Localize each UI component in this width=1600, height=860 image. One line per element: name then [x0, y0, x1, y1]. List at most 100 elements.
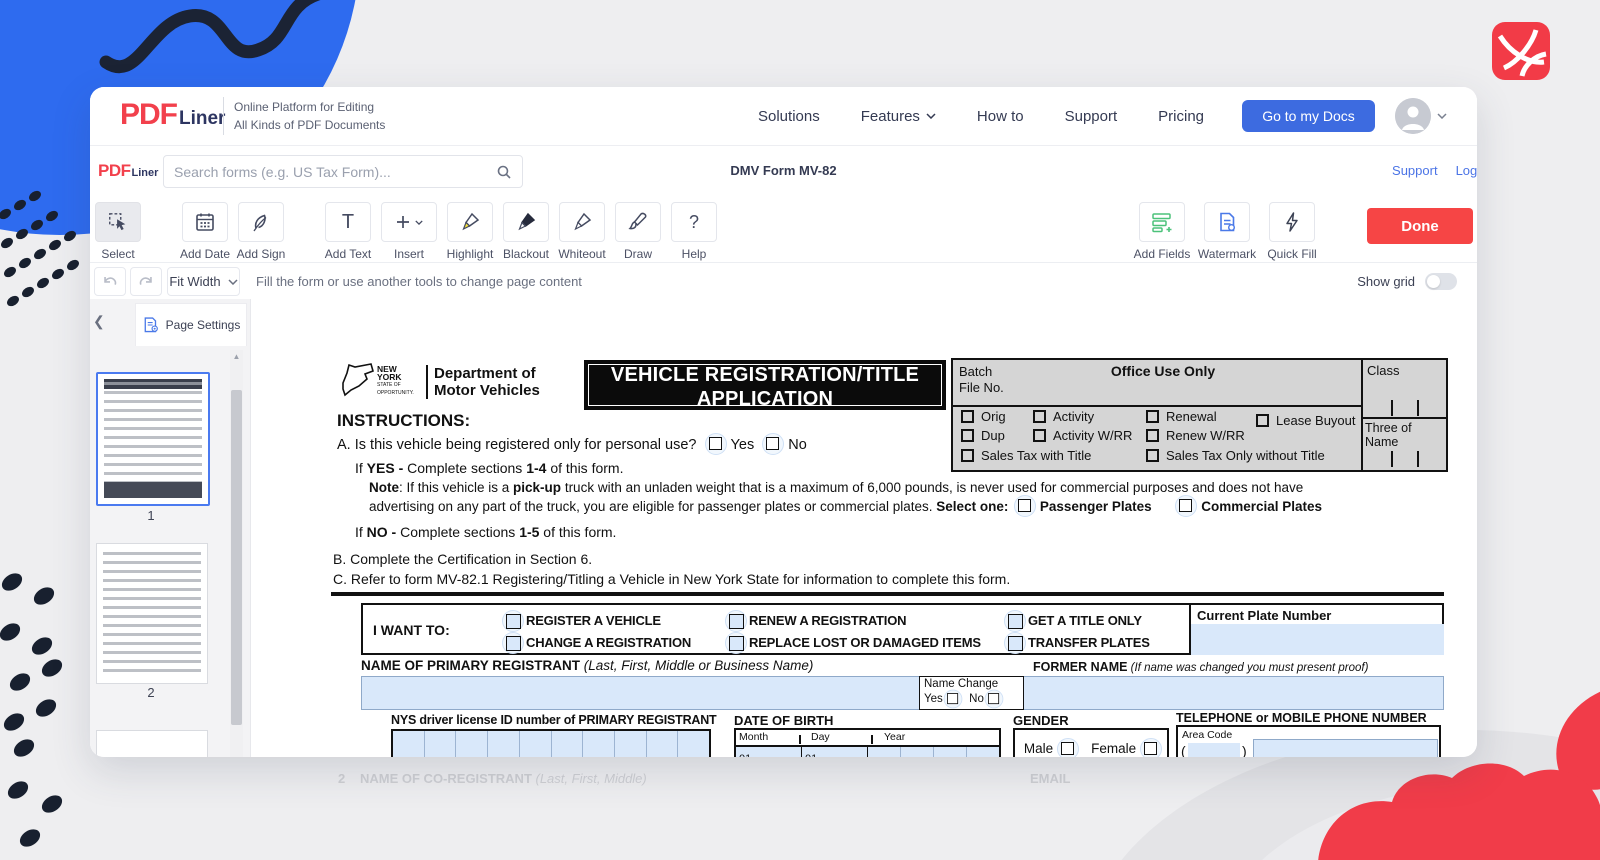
- passenger-plates-checkbox[interactable]: [1018, 499, 1032, 513]
- chevron-down-icon: [1437, 113, 1447, 119]
- nav-pricing[interactable]: Pricing: [1158, 108, 1204, 125]
- tool-draw[interactable]: Draw: [616, 202, 660, 261]
- gender-label: GENDER: [1013, 713, 1069, 728]
- pdfliner-mini-logo[interactable]: PDF Liner: [98, 161, 158, 181]
- registrant-name-field[interactable]: [361, 676, 1444, 710]
- day-label: Day: [811, 731, 830, 743]
- thumbnail-decor: [104, 382, 202, 496]
- tool-add-sign[interactable]: Add Sign: [239, 202, 283, 261]
- document-page: NEW YORK STATE OF OPPORTUNITY. Departmen…: [251, 299, 1477, 757]
- search-icon[interactable]: [496, 164, 512, 180]
- name-change-yes-checkbox[interactable]: [947, 693, 959, 705]
- done-button[interactable]: Done: [1367, 208, 1473, 244]
- faded-email-label: EMAIL: [1030, 771, 1070, 786]
- page-number-1: 1: [96, 508, 206, 523]
- transfer-plates-option[interactable]: TRANSFER PLATES: [1008, 635, 1150, 650]
- area-code-field[interactable]: [1188, 743, 1240, 757]
- female-checkbox[interactable]: [1144, 742, 1158, 756]
- tool-whiteout[interactable]: Whiteout: [560, 202, 604, 261]
- logo-liner-text: Liner: [179, 108, 225, 130]
- sidebar-scrollbar[interactable]: ▲: [230, 350, 243, 757]
- checkbox-orig[interactable]: Orig: [961, 409, 1006, 424]
- nav-features[interactable]: Features: [861, 108, 936, 125]
- get-title-only-option[interactable]: GET A TITLE ONLY: [1008, 613, 1142, 628]
- page-thumbnail-2[interactable]: [96, 543, 208, 684]
- replace-lost-items-option[interactable]: REPLACE LOST OR DAMAGED ITEMS: [729, 635, 981, 650]
- scrollbar-thumb[interactable]: [231, 390, 242, 725]
- tool-add-fields[interactable]: Add Fields: [1140, 202, 1184, 261]
- checkbox-activity-wrr[interactable]: Activity W/RR: [1033, 428, 1132, 443]
- i-want-to-label: I WANT TO:: [373, 622, 450, 638]
- tool-insert[interactable]: Insert: [382, 202, 436, 261]
- user-icon: [1395, 98, 1431, 134]
- page-thumbnail-1[interactable]: [96, 372, 210, 506]
- pdf-app-icon: [1492, 22, 1550, 80]
- yes-checkbox[interactable]: [709, 437, 723, 451]
- undo-button[interactable]: [94, 267, 126, 296]
- nav-support[interactable]: Support: [1065, 108, 1118, 125]
- renew-registration-option[interactable]: RENEW A REGISTRATION: [729, 613, 906, 628]
- account-menu[interactable]: [1395, 98, 1447, 134]
- name-tick: [1417, 451, 1419, 467]
- day-select[interactable]: 01▼: [802, 747, 868, 758]
- watermark-icon: [1216, 211, 1238, 233]
- editor-hint-text: Fill the form or use another tools to ch…: [256, 274, 582, 289]
- checkbox-sales-tax-only[interactable]: Sales Tax Only without Title: [1146, 448, 1325, 463]
- mini-logo-liner: Liner: [132, 167, 159, 179]
- nav-solutions[interactable]: Solutions: [758, 108, 820, 125]
- tool-select[interactable]: Select: [96, 202, 140, 261]
- class-tick: [1417, 400, 1419, 416]
- redo-button[interactable]: [130, 267, 162, 296]
- checkbox-sales-tax-title[interactable]: Sales Tax with Title: [961, 448, 1091, 463]
- tool-add-text[interactable]: T Add Text: [326, 202, 370, 261]
- ny-logo-text: NEW YORK STATE OF OPPORTUNITY.: [377, 365, 421, 397]
- nav-how-to[interactable]: How to: [977, 108, 1024, 125]
- logo-tagline: Online Platform for Editing All Kinds of…: [234, 98, 385, 134]
- checkbox-activity[interactable]: Activity: [1033, 409, 1094, 424]
- gender-box: Male Female: [1013, 728, 1169, 757]
- logo-divider: [223, 97, 224, 135]
- logo-separator: [426, 365, 428, 399]
- blackout-brush-icon: [515, 211, 537, 233]
- name-change-label: Name Change: [924, 678, 1019, 690]
- toggle-knob: [1427, 275, 1440, 288]
- login-link[interactable]: Log in: [1456, 163, 1477, 178]
- tool-help[interactable]: ? Help: [672, 202, 716, 261]
- support-link[interactable]: Support: [1392, 163, 1438, 178]
- change-registration-option[interactable]: CHANGE A REGISTRATION: [506, 635, 691, 650]
- checkbox-renew-wrr[interactable]: Renew W/RR: [1146, 428, 1245, 443]
- show-grid-toggle[interactable]: [1425, 273, 1457, 290]
- collapse-sidebar-button[interactable]: ❮: [93, 313, 107, 333]
- name-change-no-checkbox[interactable]: [988, 693, 1000, 705]
- register-vehicle-option[interactable]: REGISTER A VEHICLE: [506, 613, 661, 628]
- phone-number-field[interactable]: [1253, 739, 1438, 757]
- checkbox-lease-buyout[interactable]: Lease Buyout: [1256, 413, 1356, 428]
- go-to-my-docs-button[interactable]: Go to my Docs: [1242, 100, 1375, 132]
- dob-tick: [799, 735, 801, 744]
- tool-highlight[interactable]: Highlight: [448, 202, 492, 261]
- checkbox-dup[interactable]: Dup: [961, 428, 1005, 443]
- avatar[interactable]: [1395, 98, 1431, 134]
- search-input[interactable]: [164, 164, 496, 180]
- male-checkbox[interactable]: [1061, 742, 1075, 756]
- commercial-plates-checkbox[interactable]: [1179, 499, 1193, 513]
- checkbox-renewal[interactable]: Renewal: [1146, 409, 1217, 424]
- tool-quick-fill[interactable]: Quick Fill: [1270, 202, 1314, 261]
- no-checkbox[interactable]: [766, 437, 780, 451]
- tool-watermark[interactable]: Watermark: [1205, 202, 1249, 261]
- tool-add-date[interactable]: Add Date: [183, 202, 227, 261]
- pdfliner-app-window: PDF Liner Online Platform for Editing Al…: [90, 87, 1477, 757]
- zoom-mode-dropdown[interactable]: Fit Width: [167, 267, 240, 296]
- current-plate-field[interactable]: [1191, 624, 1444, 655]
- scroll-up-arrow[interactable]: ▲: [230, 352, 243, 361]
- year-field[interactable]: [868, 747, 999, 758]
- page-thumbnail-3-partial[interactable]: [96, 730, 208, 757]
- pdfliner-logo[interactable]: PDF Liner: [120, 98, 225, 132]
- month-select[interactable]: 01▼: [736, 747, 802, 758]
- site-header: PDF Liner Online Platform for Editing Al…: [90, 87, 1477, 145]
- pen-icon: [250, 211, 272, 233]
- paren-close: ): [1242, 743, 1247, 757]
- tool-blackout[interactable]: Blackout: [504, 202, 548, 261]
- page-settings-tab[interactable]: Page Settings: [135, 303, 247, 346]
- license-id-grid[interactable]: [391, 729, 711, 757]
